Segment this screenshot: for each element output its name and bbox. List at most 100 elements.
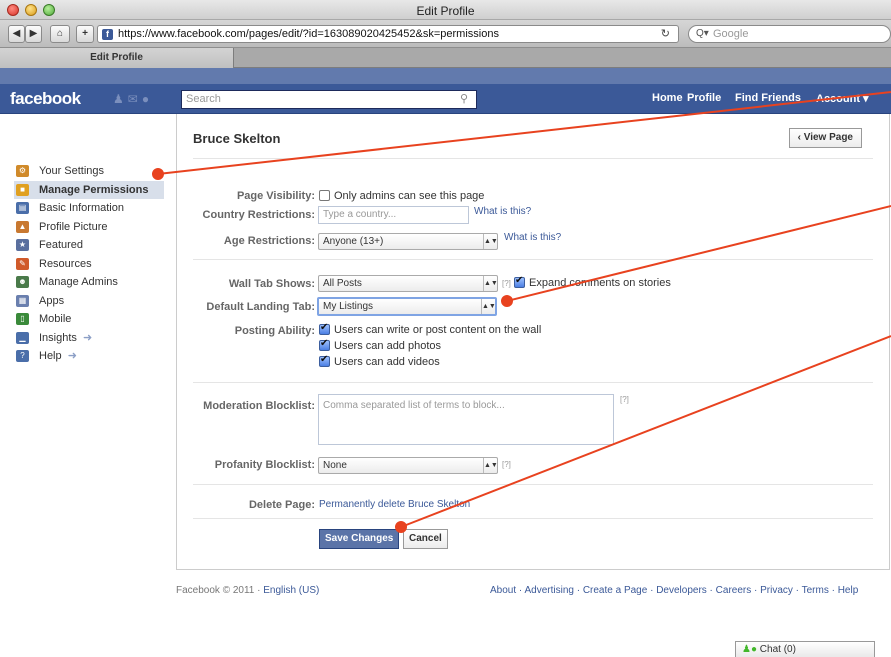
sidebar-item-featured[interactable]: ★ Featured — [16, 236, 166, 255]
admins-only-checkbox[interactable] — [319, 190, 330, 201]
nav-account[interactable]: Account ▾ — [816, 92, 869, 105]
apps-icon: ▦ — [16, 294, 29, 307]
page-title: Bruce Skelton — [193, 131, 281, 146]
home-button[interactable]: ⌂ — [50, 25, 70, 43]
resources-icon: ✎ — [16, 257, 29, 270]
write-post-checkbox[interactable] — [319, 322, 330, 335]
fb-search-input[interactable]: Search ⚲ — [181, 90, 477, 109]
country-what-is-this-link[interactable]: What is this? — [474, 206, 531, 217]
fb-search-placeholder: Search — [186, 93, 221, 105]
facebook-favicon-icon: f — [102, 29, 113, 40]
landing-tab-label: Default Landing Tab: — [206, 301, 315, 313]
page-settings-nav: ⚙ Your Settings ■ Manage Permissions ▤ B… — [14, 162, 166, 366]
country-restrictions-label: Country Restrictions: — [202, 209, 315, 221]
add-photos-checkbox[interactable] — [319, 338, 330, 351]
profanity-help[interactable]: [?] — [502, 460, 511, 469]
window-title: Edit Profile — [416, 4, 475, 18]
delete-page-link[interactable]: Permanently delete Bruce Skelton — [319, 499, 470, 510]
footer-copyright: Facebook © 2011 · English (US) — [176, 585, 319, 596]
external-arrow-icon: ➜ — [67, 350, 77, 362]
address-bar[interactable]: f https://www.facebook.com/pages/edit/?i… — [97, 25, 679, 43]
posting-ability-label: Posting Ability: — [234, 325, 315, 337]
divider — [193, 158, 873, 159]
sidebar-item-label: Mobile — [39, 313, 72, 325]
select-arrows-icon: ▲▼ — [483, 458, 498, 473]
divider — [193, 382, 873, 383]
browser-tabbar: Edit Profile — [0, 48, 891, 68]
wall-tab-label: Wall Tab Shows: — [228, 278, 315, 290]
sidebar-item-manage-admins[interactable]: ☻ Manage Admins — [16, 273, 166, 292]
age-restrictions-value: Anyone (13+) — [323, 236, 384, 247]
browser-tab[interactable]: Edit Profile — [0, 48, 234, 68]
chat-status-icon: ♟● — [742, 644, 758, 655]
age-restrictions-label: Age Restrictions: — [223, 235, 315, 247]
sidebar-item-resources[interactable]: ✎ Resources — [16, 255, 166, 274]
add-bookmark-button[interactable]: + — [76, 25, 94, 43]
magnifier-icon[interactable]: ⚲ — [460, 91, 468, 108]
profanity-select[interactable]: None ▲▼ — [318, 457, 498, 474]
select-arrows-icon: ▲▼ — [481, 299, 496, 314]
moderation-help[interactable]: [?] — [620, 395, 629, 404]
age-restrictions-select[interactable]: Anyone (13+) ▲▼ — [318, 233, 498, 250]
sidebar-item-help[interactable]: ? Help ➜ — [16, 347, 166, 366]
admins-only-text: Only admins can see this page — [334, 190, 485, 202]
admins-icon: ☻ — [16, 276, 29, 288]
facebook-logo[interactable]: facebook — [10, 89, 81, 109]
thumbs-up-icon: ★ — [16, 239, 29, 251]
divider — [193, 484, 873, 485]
forward-button[interactable]: ▶ — [25, 25, 42, 43]
select-arrows-icon: ▲▼ — [483, 276, 498, 291]
notification-jewels-icon[interactable]: ♟✉● — [113, 92, 153, 106]
sidebar-item-label: Your Settings — [39, 165, 105, 177]
wall-tab-select[interactable]: All Posts ▲▼ — [318, 275, 498, 292]
cancel-button[interactable]: Cancel — [403, 529, 448, 549]
sidebar-item-insights[interactable]: ▁ Insights ➜ — [16, 329, 166, 348]
reload-icon[interactable]: ↻ — [661, 26, 670, 42]
country-input[interactable]: Type a country... — [318, 206, 469, 224]
google-search-field[interactable]: Q▾ Google — [688, 25, 891, 43]
delete-page-label: Delete Page: — [248, 499, 315, 511]
sidebar-item-apps[interactable]: ▦ Apps — [16, 292, 166, 311]
insights-icon: ▁ — [16, 331, 29, 344]
moderation-blocklist-label: Moderation Blocklist: — [203, 400, 315, 412]
picture-icon: ▲ — [16, 220, 29, 233]
select-arrows-icon: ▲▼ — [483, 234, 498, 249]
sidebar-item-label: Help — [39, 350, 62, 362]
sidebar-item-label: Resources — [39, 257, 92, 270]
add-photos-text: Users can add photos — [334, 340, 442, 352]
save-changes-button[interactable]: Save Changes — [319, 529, 400, 549]
sidebar-item-profile-picture[interactable]: ▲ Profile Picture — [16, 218, 166, 237]
profanity-blocklist-label: Profanity Blocklist: — [214, 459, 315, 471]
permissions-panel: Bruce Skelton ‹ View Page Page Visibilit… — [176, 114, 890, 570]
google-search-placeholder: Google — [713, 28, 749, 40]
add-videos-checkbox[interactable] — [319, 354, 330, 367]
nav-home[interactable]: Home — [652, 92, 683, 104]
browser-toolbar: ◀ ▶ ⌂ + f https://www.facebook.com/pages… — [0, 20, 891, 48]
expand-comments-checkbox[interactable] — [514, 275, 525, 288]
mobile-icon: ▯ — [16, 313, 29, 325]
language-link[interactable]: English (US) — [263, 585, 319, 596]
sidebar-item-label: Basic Information — [39, 202, 124, 214]
footer-links[interactable]: About · Advertising · Create a Page · De… — [490, 585, 858, 596]
divider — [193, 518, 873, 519]
nav-profile[interactable]: Profile — [687, 92, 721, 104]
view-page-button[interactable]: ‹ View Page — [788, 128, 862, 148]
fb-header-backdrop — [0, 68, 891, 84]
wall-tab-help[interactable]: [?] — [502, 279, 511, 288]
nav-find-friends[interactable]: Find Friends — [735, 92, 801, 104]
id-card-icon: ▤ — [16, 202, 29, 214]
external-arrow-icon: ➜ — [82, 331, 93, 344]
sidebar-item-manage-permissions[interactable]: ■ Manage Permissions — [14, 180, 164, 199]
sidebar-item-basic-information[interactable]: ▤ Basic Information — [16, 199, 166, 218]
chat-tab[interactable]: ♟● Chat (0) — [735, 641, 875, 657]
moderation-blocklist-textarea[interactable]: Comma separated list of terms to block..… — [318, 394, 614, 445]
age-what-is-this-link[interactable]: What is this? — [504, 232, 561, 243]
sidebar-item-your-settings[interactable]: ⚙ Your Settings — [16, 162, 166, 181]
wall-tab-value: All Posts — [323, 278, 362, 289]
copyright-text: Facebook © 2011 · — [176, 585, 264, 596]
landing-tab-select[interactable]: My Listings ▲▼ — [317, 297, 497, 316]
back-button[interactable]: ◀ — [8, 25, 25, 43]
sidebar-item-mobile[interactable]: ▯ Mobile — [16, 310, 166, 329]
profanity-value: None — [323, 460, 347, 471]
settings-icon: ⚙ — [16, 165, 29, 177]
